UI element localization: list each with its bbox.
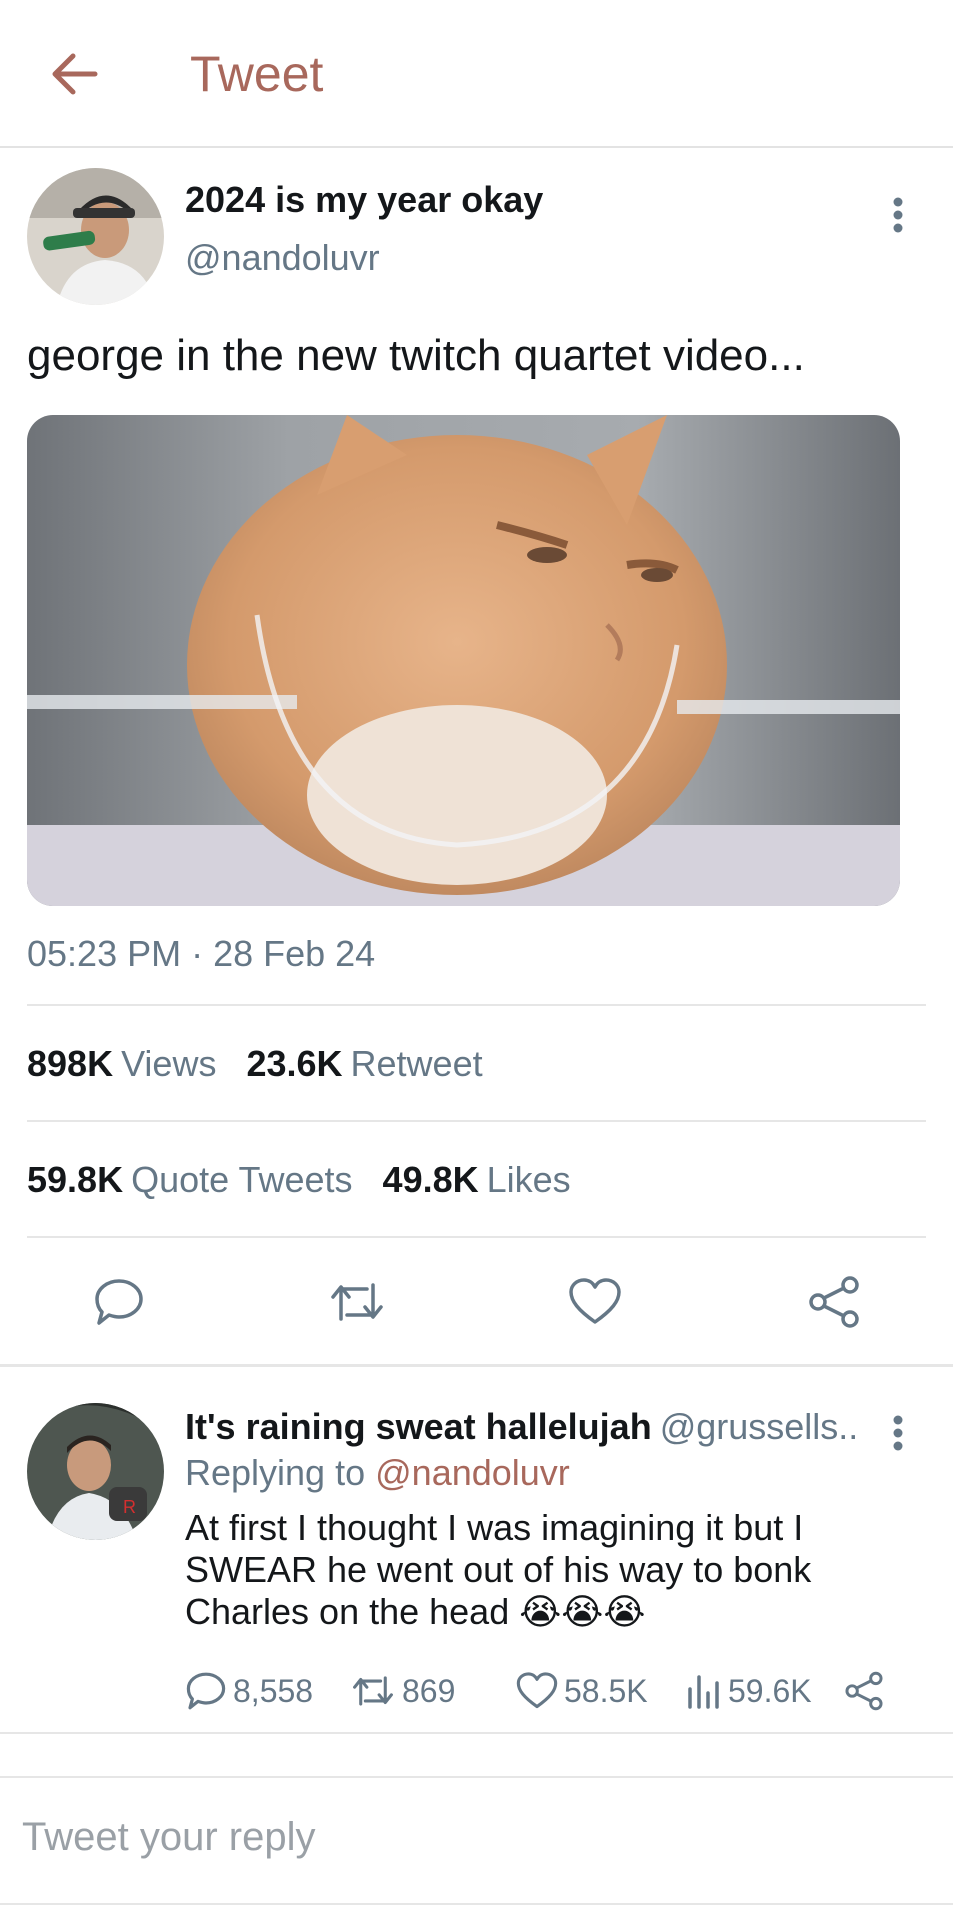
retweets-stat[interactable]: 23.6K Retweet xyxy=(246,1043,482,1084)
reply-compose-input[interactable]: Tweet your reply xyxy=(22,1812,315,1862)
heart-icon xyxy=(516,1672,558,1709)
more-options-button[interactable] xyxy=(880,190,916,240)
likes-count: 49.8K xyxy=(382,1159,479,1200)
reply-button[interactable] xyxy=(89,1272,149,1332)
retweet-icon xyxy=(353,1676,393,1706)
reply-icon xyxy=(95,1279,143,1325)
reply-likes-stat[interactable]: 58.5K xyxy=(516,1667,648,1715)
views-count: 898K xyxy=(27,1043,114,1084)
stats-row-views: 898K Views 23.6K Retweet xyxy=(27,1042,483,1086)
quote-count: 59.8K xyxy=(27,1159,124,1200)
section-divider xyxy=(0,1732,953,1734)
replying-to-line: Replying to @nandoluvr xyxy=(185,1450,570,1496)
reply-replies-count: 8,558 xyxy=(233,1672,314,1709)
divider xyxy=(27,1236,926,1238)
reply-author-handle: @grussells... xyxy=(659,1406,855,1447)
retweet-icon xyxy=(331,1283,383,1321)
section-divider xyxy=(0,1364,953,1367)
views-label: Views xyxy=(121,1043,217,1084)
reply-icon xyxy=(186,1672,226,1710)
more-vertical-icon xyxy=(893,1415,903,1451)
share-button[interactable] xyxy=(804,1272,864,1332)
reply-share-button[interactable] xyxy=(844,1667,890,1715)
divider xyxy=(27,1120,926,1122)
stats-row-quotes: 59.8K Quote Tweets 49.8K Likes xyxy=(27,1158,571,1202)
quote-tweets-stat[interactable]: 59.8K Quote Tweets xyxy=(27,1159,353,1200)
like-button[interactable] xyxy=(565,1272,625,1332)
retweet-label: Retweet xyxy=(350,1043,483,1084)
reply-author-name: It's raining sweat hallelujah xyxy=(185,1406,652,1447)
retweet-button[interactable] xyxy=(327,1272,387,1332)
likes-label: Likes xyxy=(486,1159,571,1200)
author-avatar[interactable] xyxy=(27,168,164,305)
divider xyxy=(27,1004,926,1006)
reply-more-options-button[interactable] xyxy=(880,1408,916,1458)
reply-author-line[interactable]: It's raining sweat hallelujah @grussells.… xyxy=(185,1404,855,1450)
compose-underline xyxy=(0,1903,953,1905)
section-divider xyxy=(0,1776,953,1778)
share-icon xyxy=(845,1671,883,1711)
reply-likes-count: 58.5K xyxy=(564,1672,648,1709)
more-vertical-icon xyxy=(893,197,903,233)
author-name[interactable]: 2024 is my year okay xyxy=(185,178,543,222)
tweet-timestamp: 05:23 PM · 28 Feb 24 xyxy=(27,933,376,974)
reply-views-count: 59.6K xyxy=(728,1672,812,1709)
back-button[interactable] xyxy=(40,44,108,104)
reply-retweets-stat[interactable]: 869 xyxy=(350,1667,455,1715)
reply-retweets-count: 869 xyxy=(402,1672,456,1709)
reply-replies-stat[interactable]: 8,558 xyxy=(185,1667,313,1715)
reply-author-avatar[interactable]: R xyxy=(27,1403,164,1540)
likes-stat[interactable]: 49.8K Likes xyxy=(383,1159,571,1200)
arrow-left-icon xyxy=(52,53,98,95)
retweet-count: 23.6K xyxy=(246,1043,343,1084)
reply-text: At first I thought I was imagining it bu… xyxy=(185,1507,812,1632)
share-icon xyxy=(809,1276,859,1328)
bar-chart-icon xyxy=(688,1675,719,1709)
page-title: Tweet xyxy=(190,46,324,102)
svg-text:R: R xyxy=(123,1497,136,1517)
heart-icon xyxy=(569,1278,621,1324)
replying-to-handle[interactable]: @nandoluvr xyxy=(375,1452,570,1493)
replying-to-label: Replying to xyxy=(185,1452,366,1493)
quote-label: Quote Tweets xyxy=(131,1159,353,1200)
top-bar: Tweet xyxy=(0,0,953,148)
tweet-media-image[interactable] xyxy=(27,415,900,906)
tweet-text: george in the new twitch quartet video..… xyxy=(27,331,805,380)
reply-views-stat[interactable]: 59.6K xyxy=(686,1667,812,1715)
author-handle[interactable]: @nandoluvr xyxy=(185,236,380,280)
